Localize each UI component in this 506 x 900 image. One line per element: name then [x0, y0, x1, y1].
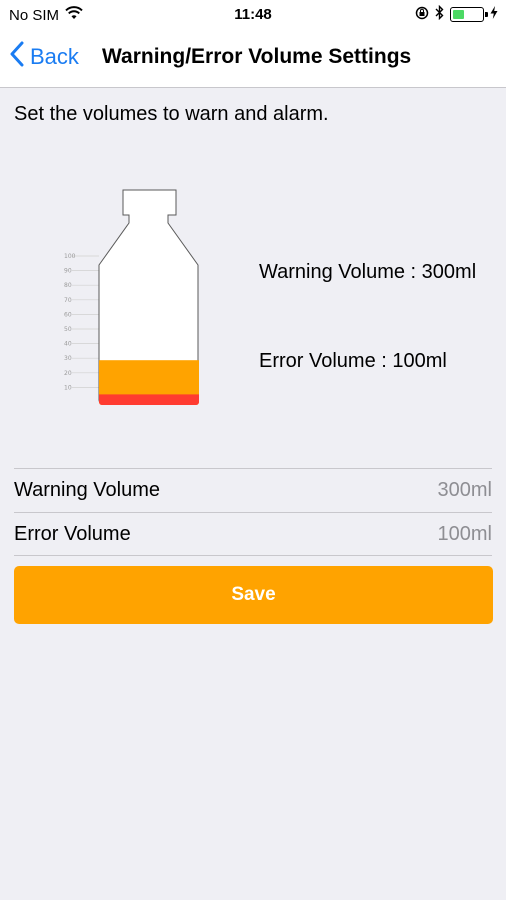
error-volume-value: 100ml: [437, 522, 492, 545]
save-button[interactable]: Save: [14, 566, 493, 624]
chevron-left-icon: [10, 41, 30, 73]
status-bar: No SIM 11:48: [0, 0, 506, 30]
error-level-fill: [99, 394, 199, 405]
back-label: Back: [30, 44, 79, 69]
rotation-lock-icon: [415, 6, 429, 24]
bluetooth-icon: [435, 4, 444, 24]
scale-tick-label: 10: [64, 384, 72, 391]
status-right: [415, 4, 498, 24]
scale-tick-label: 80: [64, 282, 72, 289]
battery-level: [453, 10, 465, 19]
warning-volume-info: Warning Volume : 300ml: [259, 261, 477, 283]
bottle-svg: 100 90 80 70 60 50 40 30 20 10: [64, 189, 199, 405]
error-volume-info: Error Volume : 100ml: [259, 350, 447, 372]
charging-icon: [490, 6, 498, 23]
bottle-scale: 100 90 80 70 60 50 40 30 20 10: [64, 253, 99, 391]
bottle-illustration: 100 90 80 70 60 50 40 30 20 10: [50, 185, 210, 415]
scale-tick-label: 100: [64, 253, 76, 260]
error-volume-row[interactable]: Error Volume 100ml: [14, 512, 492, 556]
scale-tick-label: 50: [64, 326, 72, 333]
back-button[interactable]: Back: [10, 41, 79, 73]
warning-volume-row[interactable]: Warning Volume 300ml: [14, 468, 492, 512]
warning-volume-label: Warning Volume: [14, 479, 160, 501]
scale-tick-label: 30: [64, 355, 72, 362]
scale-tick-label: 20: [64, 370, 72, 377]
warning-volume-value: 300ml: [437, 479, 492, 501]
scale-tick-label: 70: [64, 297, 72, 304]
scale-tick-label: 40: [64, 341, 72, 348]
scale-tick-label: 60: [64, 311, 72, 318]
scale-tick-label: 90: [64, 268, 72, 275]
intro-text: Set the volumes to warn and alarm.: [14, 103, 329, 125]
navigation-bar: Back Warning/Error Volume Settings: [0, 30, 506, 88]
page-title: Warning/Error Volume Settings: [102, 45, 412, 68]
error-volume-label: Error Volume: [14, 522, 131, 545]
battery-icon: [450, 7, 488, 22]
